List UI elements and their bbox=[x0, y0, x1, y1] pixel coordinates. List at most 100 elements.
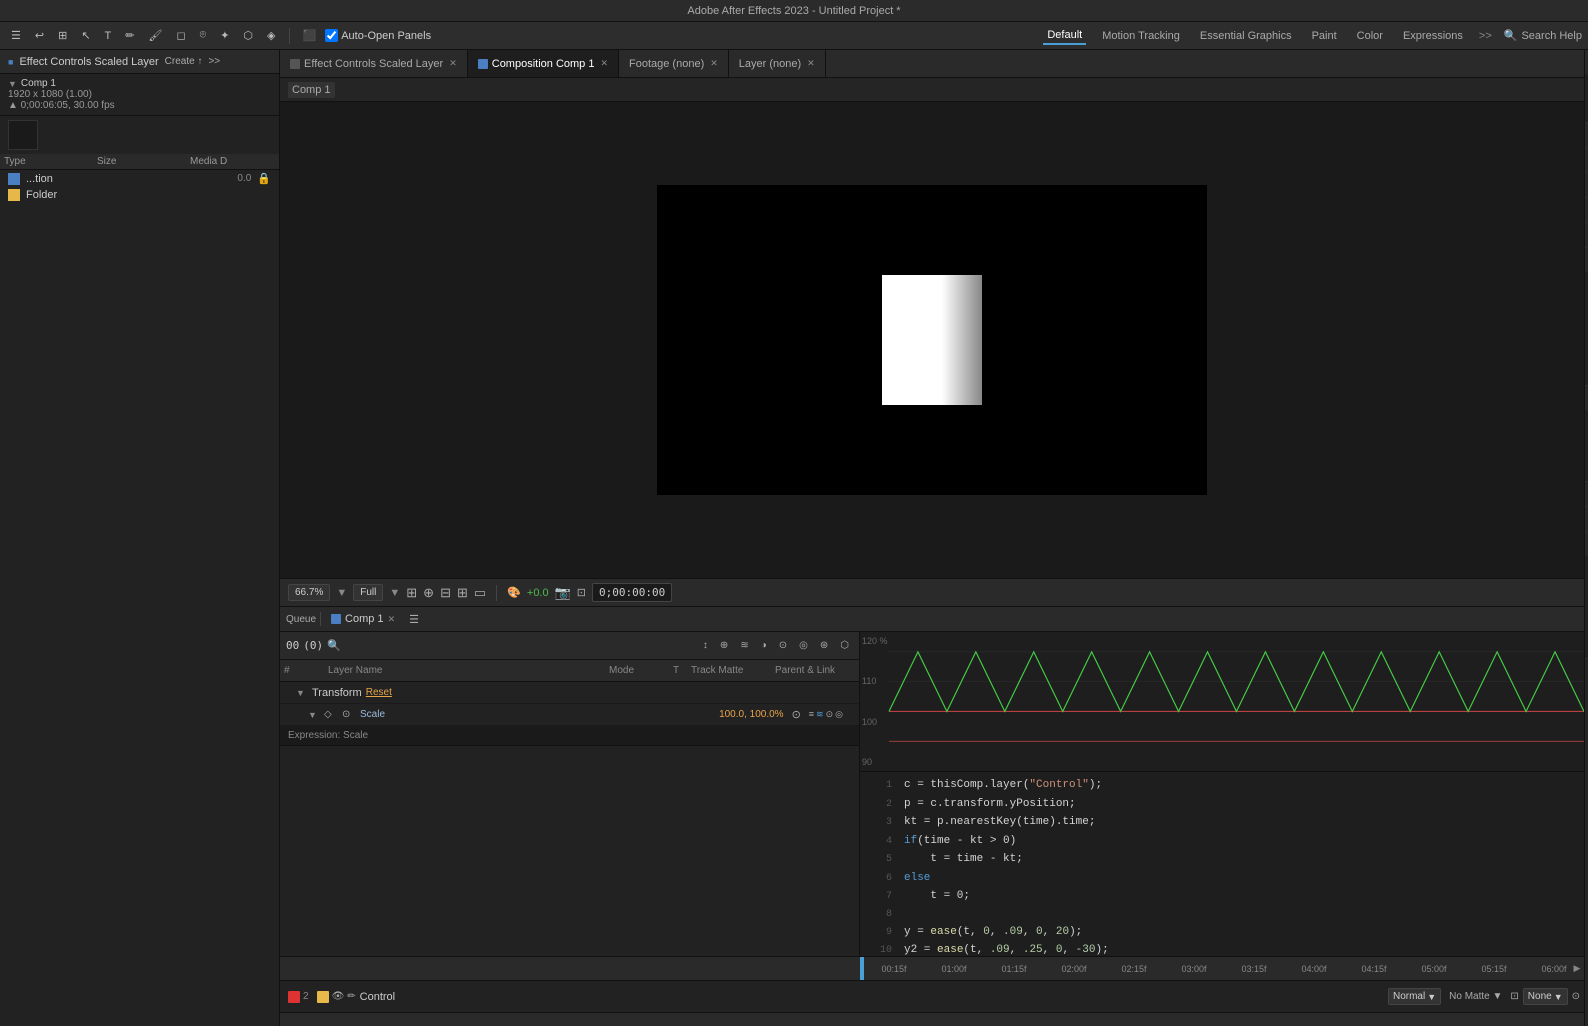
tl-btn-3[interactable]: ≋ bbox=[736, 638, 752, 653]
tab-footage[interactable]: Footage (none) ✕ bbox=[619, 50, 729, 77]
toolbar-menu[interactable]: ☰ bbox=[6, 27, 26, 44]
toolbar-shape[interactable]: ⬡ bbox=[238, 27, 258, 44]
scale-stopwatch[interactable]: ⊙ bbox=[342, 709, 356, 720]
region-btn[interactable]: ⊡ bbox=[577, 586, 586, 599]
top-toolbar: ☰ ↩ ⊞ ↖ T ✏ 🖌 ◻ ⌾ ✦ ⬡ ◈ ⬛ Auto-Open Pane… bbox=[0, 22, 1588, 50]
tl-comp-close[interactable]: ✕ bbox=[388, 614, 396, 625]
mode-select[interactable]: Normal ▼ bbox=[1388, 988, 1441, 1005]
layer-color-red bbox=[288, 991, 300, 1003]
zoom-dropdown[interactable]: ▼ bbox=[336, 587, 347, 599]
tl-btn-4[interactable]: ◑ bbox=[757, 638, 771, 653]
timecode[interactable]: 0;00:00:00 bbox=[592, 583, 672, 602]
tab-close-comp[interactable]: ✕ bbox=[600, 58, 608, 69]
tab-close-effect[interactable]: ✕ bbox=[449, 58, 457, 69]
toolbar-cursor[interactable]: ↖ bbox=[76, 27, 95, 44]
toolbar-3d[interactable]: ◈ bbox=[262, 27, 280, 44]
ruler-mark-1: 01:00f bbox=[924, 964, 984, 974]
grid-btn[interactable]: ⊞ bbox=[457, 585, 468, 601]
tl-btn-6[interactable]: ◎ bbox=[795, 638, 812, 653]
workspace-motion-tracking[interactable]: Motion Tracking bbox=[1098, 28, 1184, 44]
effect-controls-icon: ■ bbox=[8, 57, 13, 67]
workspace-paint[interactable]: Paint bbox=[1308, 28, 1341, 44]
ruler-mark-3: 02:00f bbox=[1044, 964, 1104, 974]
tl-btn-1[interactable]: ↕ bbox=[699, 638, 712, 653]
toolbar-eraser[interactable]: ◻ bbox=[171, 27, 190, 44]
workspace-expressions[interactable]: Expressions bbox=[1399, 28, 1467, 44]
toolbar-new[interactable]: ↩ bbox=[30, 27, 49, 44]
bottom-layer-controls: 👁 ✏ bbox=[317, 991, 356, 1003]
scale-keyframe-icon[interactable]: ◇ bbox=[324, 709, 338, 720]
zoom-in-btn[interactable]: ⊕ bbox=[423, 585, 434, 601]
tab-close-layer[interactable]: ✕ bbox=[807, 58, 815, 69]
toolbar-roto[interactable]: ⌾ bbox=[195, 27, 212, 44]
none-dropdown-icon: ▼ bbox=[1554, 992, 1563, 1002]
layer-edit-icon[interactable]: ✏ bbox=[347, 991, 355, 1002]
breadcrumb[interactable]: Comp 1 bbox=[288, 82, 335, 98]
main-layout: ■ Effect Controls Scaled Layer Create ↑ … bbox=[0, 50, 1588, 1026]
code-line-7: 7 t = 0; bbox=[860, 887, 1584, 906]
timeline-tab-bar: Queue Comp 1 ✕ ☰ bbox=[280, 606, 1584, 632]
tl-queue-tab[interactable]: Queue bbox=[286, 614, 316, 625]
tab-effect-controls[interactable]: Effect Controls Scaled Layer ✕ bbox=[280, 50, 468, 77]
graph-labels: 120 % 110 100 90 bbox=[860, 632, 900, 771]
toolbar-render[interactable]: ⬛ bbox=[298, 27, 322, 44]
scale-link-icon[interactable]: ⊙ bbox=[792, 708, 801, 721]
toolbar-grid[interactable]: ⊞ bbox=[53, 27, 72, 44]
timeline-section: Queue Comp 1 ✕ ☰ 00 (0) 🔍 bbox=[280, 606, 1584, 1026]
color-btn[interactable]: 🎨 bbox=[507, 586, 521, 599]
workspace-more[interactable]: >> bbox=[1479, 30, 1492, 42]
tl-btn-7[interactable]: ⊛ bbox=[816, 638, 832, 653]
search-layers-btn[interactable]: 🔍 bbox=[327, 639, 341, 652]
expr-editor[interactable]: 1 c = thisComp.layer("Control"); 2 p = c… bbox=[860, 772, 1584, 956]
toolbar-brush[interactable]: 🖌 bbox=[143, 27, 167, 44]
workspace-essential-graphics[interactable]: Essential Graphics bbox=[1196, 28, 1296, 44]
tl-comp-tab[interactable]: Comp 1 ✕ bbox=[325, 611, 401, 627]
toolbar-puppet[interactable]: ✦ bbox=[215, 27, 234, 44]
camera-btn[interactable]: 📷 bbox=[555, 585, 571, 601]
project-item-1[interactable]: Folder bbox=[0, 187, 279, 203]
tab-icon-effect bbox=[290, 59, 300, 69]
bottom-panel-btn[interactable]: ⊙ bbox=[1572, 991, 1580, 1002]
tl-panel-menu[interactable]: ☰ bbox=[409, 613, 419, 626]
zoom-out-btn[interactable]: ⊟ bbox=[440, 585, 451, 601]
workspace-color[interactable]: Color bbox=[1353, 28, 1387, 44]
center-area: Effect Controls Scaled Layer ✕ Compositi… bbox=[280, 50, 1584, 1026]
transform-row[interactable]: ▼ Transform Reset bbox=[280, 682, 859, 704]
quality-dropdown[interactable]: ▼ bbox=[389, 587, 400, 599]
auto-open-panels-checkbox[interactable] bbox=[325, 29, 338, 42]
safe-area-btn[interactable]: ▭ bbox=[474, 585, 486, 601]
auto-open-panels-label[interactable]: Auto-Open Panels bbox=[325, 29, 431, 42]
ruler-mark-7: 04:00f bbox=[1284, 964, 1344, 974]
scale-value[interactable]: 100.0, 100.0% bbox=[719, 709, 784, 720]
tl-btn-8[interactable]: ⬡ bbox=[836, 638, 853, 653]
scale-row[interactable]: ▼ ◇ ⊙ Scale 100.0, 100.0% ⊙ ≡ ≋ ⊙ ◎ bbox=[280, 704, 859, 726]
expr-code[interactable]: 1 c = thisComp.layer("Control"); 2 p = c… bbox=[860, 772, 1584, 956]
toolbar-pen[interactable]: ✏ bbox=[120, 27, 139, 44]
transform-expand[interactable]: ▼ bbox=[296, 688, 308, 698]
tab-close-footage[interactable]: ✕ bbox=[710, 58, 718, 69]
tab-icon-comp bbox=[478, 59, 488, 69]
reset-btn[interactable]: Reset bbox=[366, 687, 392, 698]
tl-btn-5[interactable]: ⊙ bbox=[775, 638, 791, 653]
zoom-control[interactable]: 66.7% bbox=[288, 584, 330, 601]
effect-controls-menu[interactable]: >> bbox=[208, 56, 220, 67]
ruler-scroll-btn[interactable]: ▶ bbox=[1570, 957, 1584, 980]
quality-control[interactable]: Full bbox=[353, 584, 383, 601]
ruler-area[interactable]: 00:15f 01:00f 01:15f 02:00f 02:15f 03:00… bbox=[860, 957, 1584, 980]
project-item-0[interactable]: ...tion 0.0 🔒 bbox=[0, 170, 279, 187]
toolbar-type[interactable]: T bbox=[100, 28, 117, 44]
effect-controls-create[interactable]: Create ↑ bbox=[165, 56, 203, 67]
workspace-default[interactable]: Default bbox=[1043, 27, 1086, 45]
layer-visible-icon[interactable]: 👁 bbox=[332, 991, 345, 1002]
breadcrumb-bar: Comp 1 bbox=[280, 78, 1584, 102]
none-select[interactable]: None ▼ bbox=[1523, 988, 1568, 1005]
graph-area: 120 % 110 100 90 bbox=[860, 632, 1584, 772]
tl-scroll[interactable] bbox=[280, 1012, 1584, 1026]
fit-btn[interactable]: ⊞ bbox=[406, 585, 417, 601]
scale-expand[interactable]: ▼ bbox=[308, 710, 320, 720]
tab-layer[interactable]: Layer (none) ✕ bbox=[729, 50, 826, 77]
tl-btn-2[interactable]: ⊕ bbox=[716, 638, 732, 653]
current-time: 00 bbox=[286, 639, 299, 652]
bottom-layer-name: Control bbox=[360, 991, 395, 1003]
tab-composition[interactable]: Composition Comp 1 ✕ bbox=[468, 50, 619, 77]
